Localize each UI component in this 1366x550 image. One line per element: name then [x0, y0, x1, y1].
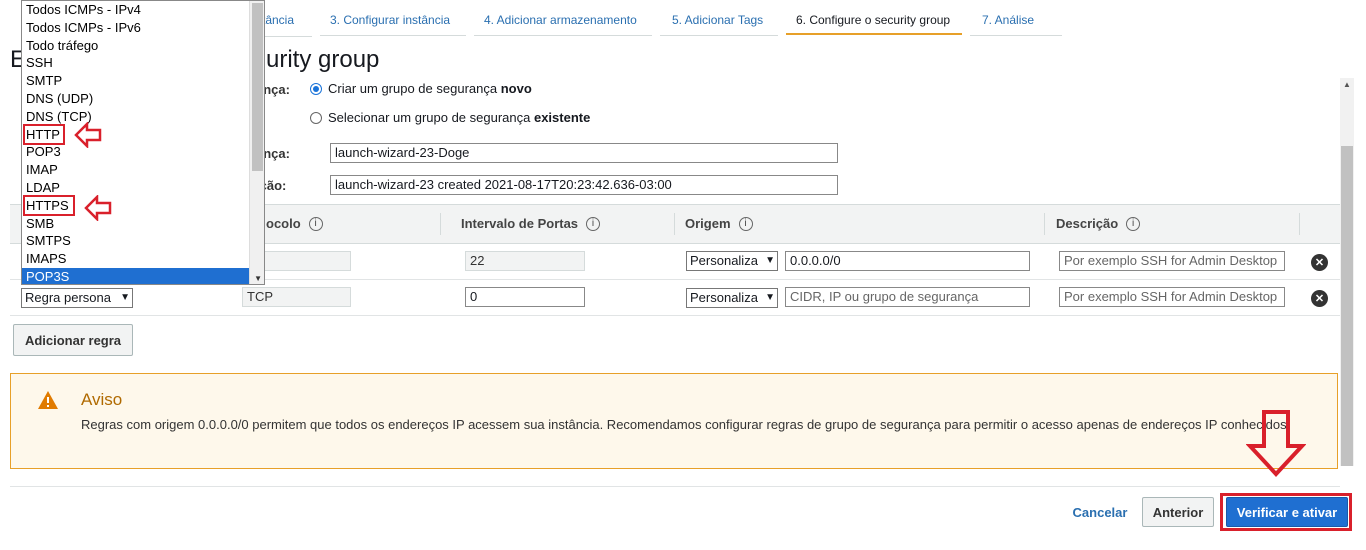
- dropdown-scrollbar-thumb[interactable]: [252, 3, 263, 171]
- info-icon[interactable]: i: [738, 217, 753, 231]
- row1-description-input[interactable]: Por exemplo SSH for Admin Desktop: [1059, 251, 1285, 271]
- row2-source-select-value: Personaliza: [690, 290, 758, 305]
- row1-port-field[interactable]: 22: [465, 251, 585, 271]
- annotation-highlight-box: [1220, 493, 1352, 531]
- radio-create-new-label: Criar um grupo de segurança: [328, 81, 501, 96]
- row2-remove-icon[interactable]: ✕: [1311, 290, 1328, 307]
- chevron-down-icon: ▼: [765, 255, 775, 266]
- dropdown-scroll-down-icon[interactable]: ▼: [254, 274, 262, 283]
- annotation-highlight-box: [23, 195, 75, 216]
- chevron-down-icon: ▼: [120, 292, 130, 303]
- annotation-left-arrow-icon: [74, 122, 102, 148]
- row1-source-cidr-input[interactable]: 0.0.0.0/0: [785, 251, 1030, 271]
- tab-add-storage[interactable]: 4. Adicionar armazenamento: [474, 0, 652, 36]
- row2-source-cidr-input[interactable]: CIDR, IP ou grupo de segurança: [785, 287, 1030, 307]
- page-title: urity group: [266, 46, 380, 73]
- radio-existing-bold: existente: [533, 110, 591, 125]
- row2-protocol-field: TCP: [242, 287, 351, 307]
- warning-text: Regras com origem 0.0.0.0/0 permitem que…: [81, 417, 1291, 432]
- tab-configure-security-group[interactable]: 6. Configure o security group: [786, 0, 962, 35]
- annotation-left-arrow-icon: [84, 195, 112, 221]
- row2-type-select-value: Regra persona: [25, 290, 111, 305]
- dropdown-option[interactable]: SMB: [22, 215, 264, 233]
- tab-configure-instance[interactable]: 3. Configurar instância: [320, 0, 466, 36]
- header-description: Descrição i: [1056, 205, 1141, 243]
- dropdown-option[interactable]: IMAP: [22, 161, 264, 179]
- warning-triangle-icon: [38, 391, 58, 409]
- dropdown-option[interactable]: SSH: [22, 54, 264, 72]
- annotation-down-arrow-icon: [1246, 410, 1306, 477]
- annotation-highlight-box: [23, 124, 65, 145]
- dropdown-option[interactable]: Todos ICMPs - IPv6: [22, 19, 264, 37]
- info-icon[interactable]: i: [308, 217, 323, 231]
- dropdown-option[interactable]: IMAPS: [22, 250, 264, 268]
- info-icon[interactable]: i: [586, 217, 601, 231]
- column-divider: [674, 213, 675, 235]
- dropdown-option[interactable]: SMTPS: [22, 232, 264, 250]
- radio-existing-label: Selecionar um grupo de segurança: [328, 110, 534, 125]
- dropdown-option[interactable]: POP3S: [22, 267, 264, 284]
- header-protocol-label: ocolo: [266, 216, 301, 231]
- add-rule-button[interactable]: Adicionar regra: [13, 324, 133, 356]
- cancel-button[interactable]: Cancelar: [1066, 497, 1134, 527]
- page-scrollbar-thumb[interactable]: [1341, 146, 1353, 466]
- tab-review[interactable]: 7. Análise: [970, 0, 1062, 36]
- dropdown-option[interactable]: DNS (TCP): [22, 108, 264, 126]
- row2-type-select[interactable]: Regra persona ▼: [21, 288, 133, 308]
- row1-source-select-value: Personaliza: [690, 253, 758, 268]
- header-description-label: Descrição: [1056, 216, 1119, 231]
- header-port-range-label: Intervalo de Portas: [461, 216, 579, 231]
- dropdown-option[interactable]: Todo tráfego: [22, 37, 264, 55]
- dropdown-option[interactable]: DNS (UDP): [22, 90, 264, 108]
- sg-description-input[interactable]: launch-wizard-23 created 2021-08-17T20:2…: [330, 175, 838, 195]
- footer-divider: [10, 486, 1340, 487]
- header-port-range: Intervalo de Portas i: [461, 205, 601, 243]
- scroll-up-icon[interactable]: ▲: [1343, 80, 1351, 89]
- radio-selected-icon[interactable]: [310, 82, 322, 95]
- warning-alert: Aviso Regras com origem 0.0.0.0/0 permit…: [10, 373, 1338, 469]
- header-source-label: Origem: [685, 216, 731, 231]
- dropdown-option[interactable]: SMTP: [22, 72, 264, 90]
- column-divider: [1299, 213, 1300, 235]
- radio-create-new-bold: novo: [500, 81, 532, 96]
- chevron-down-icon: ▼: [765, 292, 775, 303]
- info-icon[interactable]: i: [1126, 217, 1141, 231]
- header-protocol: ocolo i: [266, 205, 323, 243]
- row2-source-select[interactable]: Personaliza ▼: [686, 288, 778, 308]
- row1-remove-icon[interactable]: ✕: [1311, 254, 1328, 271]
- row1-source-select[interactable]: Personaliza ▼: [686, 251, 778, 271]
- sg-name-input[interactable]: launch-wizard-23-Doge: [330, 143, 838, 163]
- column-divider: [1044, 213, 1045, 235]
- row-divider: [10, 315, 1340, 316]
- tab-add-tags[interactable]: 5. Adicionar Tags: [660, 0, 778, 36]
- previous-button[interactable]: Anterior: [1142, 497, 1214, 527]
- column-divider: [440, 213, 441, 235]
- dropdown-option[interactable]: POP3: [22, 143, 264, 161]
- radio-select-existing-sg[interactable]: Selecionar um grupo de segurança existen…: [310, 110, 590, 125]
- warning-title: Aviso: [81, 390, 123, 409]
- header-source: Origem i: [685, 205, 753, 243]
- row2-port-input[interactable]: 0: [465, 287, 585, 307]
- dropdown-option[interactable]: Todos ICMPs - IPv4: [22, 1, 264, 19]
- radio-create-new-sg[interactable]: Criar um grupo de segurança novo: [310, 81, 532, 96]
- tab-instance-type[interactable]: tância: [262, 0, 312, 37]
- radio-unselected-icon[interactable]: [310, 111, 322, 124]
- row2-description-input[interactable]: Por exemplo SSH for Admin Desktop: [1059, 287, 1285, 307]
